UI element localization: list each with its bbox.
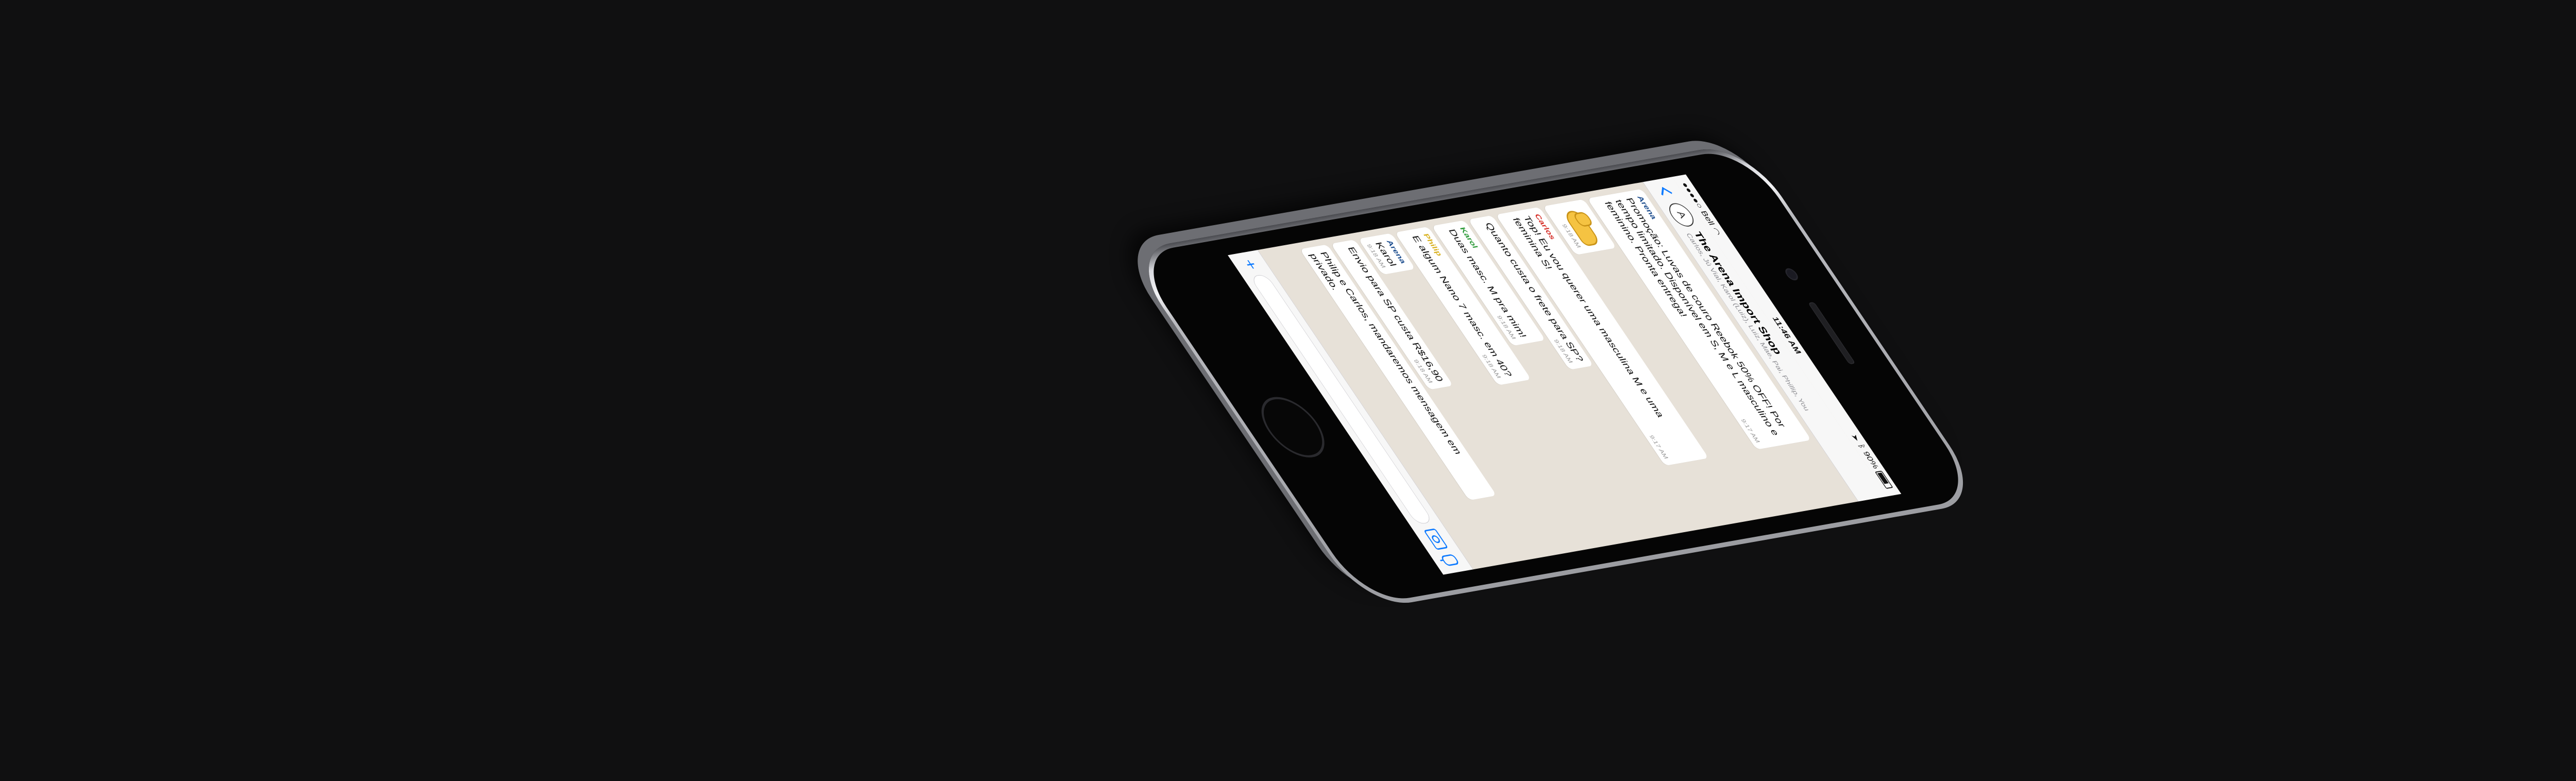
back-chevron-icon[interactable] <box>1655 184 1676 199</box>
earpiece-speaker <box>1808 301 1856 365</box>
microphone-icon[interactable] <box>1440 554 1460 567</box>
wifi-icon: ◠ <box>1710 227 1723 236</box>
add-attachment-icon[interactable]: + <box>1240 258 1261 271</box>
front-camera-icon <box>1783 267 1801 281</box>
location-icon: ➤ <box>1849 433 1862 442</box>
camera-icon[interactable] <box>1423 528 1449 550</box>
bluetooth-icon: ᛒ <box>1856 443 1868 450</box>
phone-device: ●●●●○ Bell ◠ 11:46 AM ➤ ᛒ 90% A The Aren… <box>1125 142 1987 610</box>
